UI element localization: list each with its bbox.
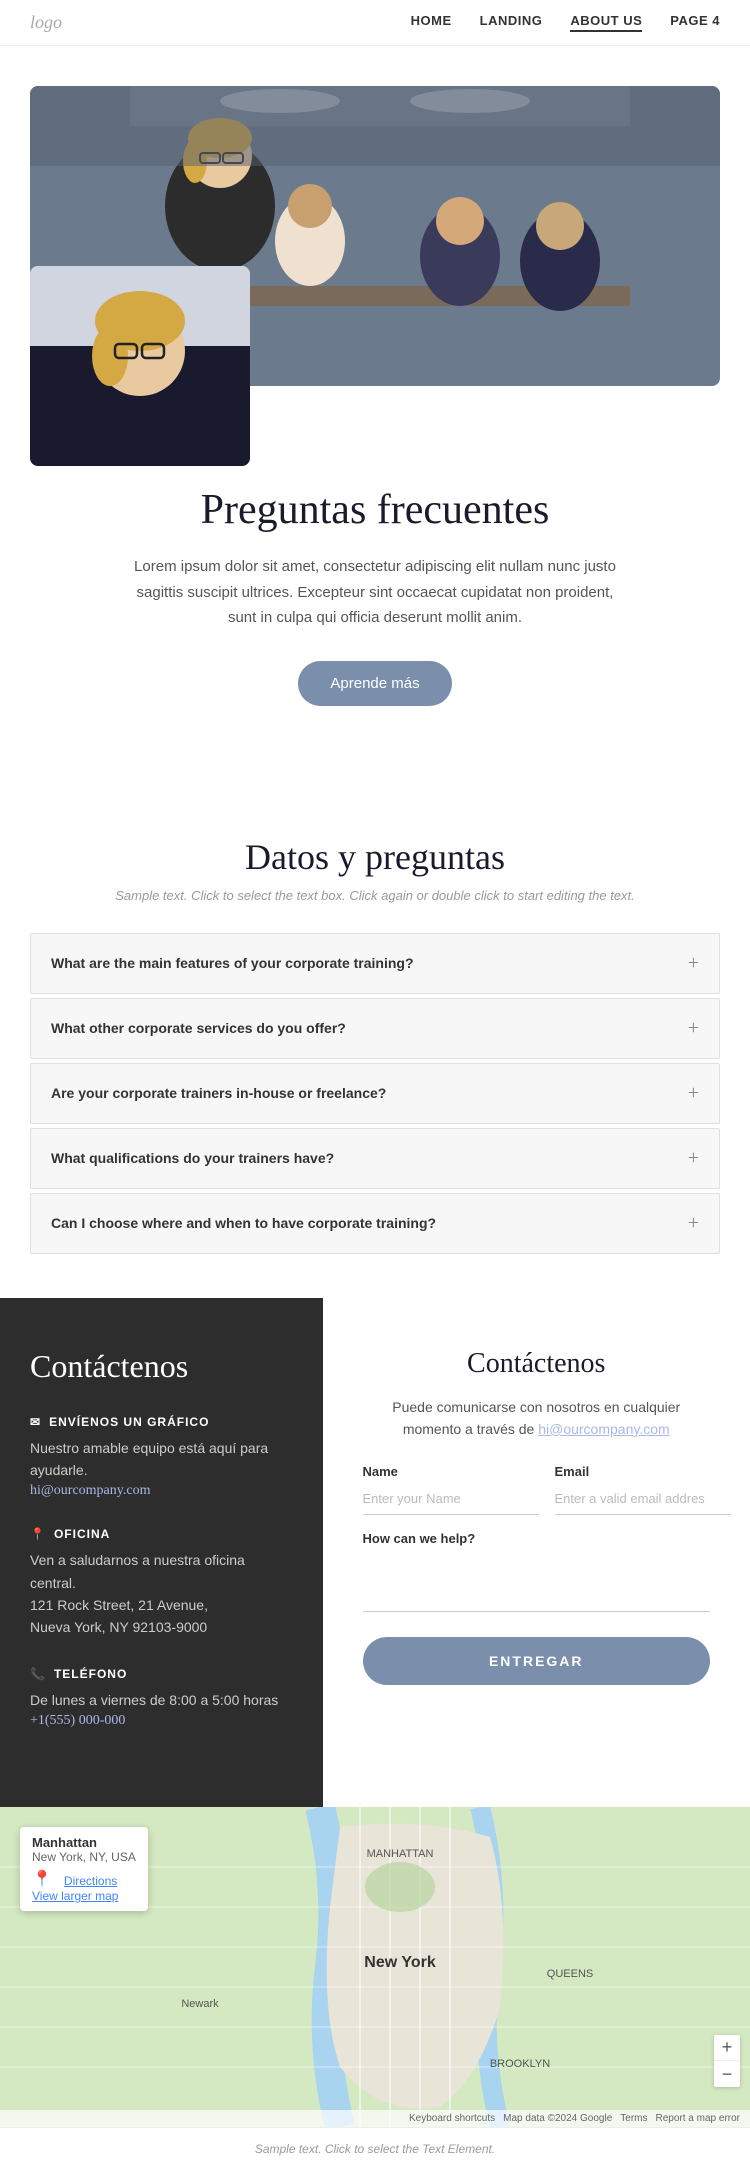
faq-question-3: Are your corporate trainers in-house or … [51, 1085, 386, 1101]
map-placeholder: New York MANHATTAN QUEENS BROOKLYN Newar… [0, 1807, 750, 2127]
office-label: 📍 OFICINA [30, 1527, 293, 1541]
nav-about[interactable]: ABOUT US [570, 13, 642, 32]
contact-right-title: Contáctenos [363, 1348, 711, 1380]
faq-question-4: What qualifications do your trainers hav… [51, 1150, 334, 1166]
map-popup: Manhattan New York, NY, USA 📍 Directions… [20, 1827, 148, 1911]
map-report-error: Report a map error [656, 2113, 740, 2124]
hero-overlay-image [30, 266, 250, 466]
faq-expand-icon-2: + [688, 1017, 699, 1040]
faq-question-1: What are the main features of your corpo… [51, 955, 414, 971]
svg-text:New York: New York [364, 1954, 436, 1971]
footer-text: Sample text. Click to select the Text El… [30, 2142, 720, 2156]
faq-expand-icon-4: + [688, 1147, 699, 1170]
faq-item-4[interactable]: What qualifications do your trainers hav… [30, 1128, 720, 1189]
phone-icon: 📞 [30, 1667, 46, 1681]
howhelp-textarea[interactable] [363, 1552, 711, 1612]
contact-section: Contáctenos ✉ ENVÍENOS UN GRÁFICO Nuestr… [0, 1298, 750, 1808]
name-input[interactable] [363, 1483, 539, 1515]
contact-right-panel: Contáctenos Puede comunicarse con nosotr… [323, 1298, 750, 1808]
nav-landing[interactable]: LANDING [480, 13, 543, 32]
svg-text:MANHATTAN: MANHATTAN [367, 1848, 434, 1860]
faq-question-2: What other corporate services do you off… [51, 1020, 346, 1036]
howhelp-label: How can we help? [363, 1531, 711, 1546]
faq-expand-icon-3: + [688, 1082, 699, 1105]
map-state: New York, NY, USA [32, 1850, 136, 1864]
email-input[interactable] [555, 1483, 731, 1515]
zoom-in-button[interactable]: + [714, 2035, 740, 2061]
faq-list: What are the main features of your corpo… [30, 933, 720, 1254]
hero-description: Lorem ipsum dolor sit amet, consectetur … [125, 554, 625, 631]
logo: logo [30, 12, 62, 33]
email-link[interactable]: hi@ourcompany.com [30, 1483, 150, 1498]
contact-left-title: Contáctenos [30, 1348, 293, 1385]
faq-item-5[interactable]: Can I choose where and when to have corp… [30, 1193, 720, 1254]
contact-right-desc: Puede comunicarse con nosotros en cualqu… [363, 1396, 711, 1441]
svg-text:Newark: Newark [181, 1998, 219, 2010]
email-block: ✉ ENVÍENOS UN GRÁFICO Nuestro amable equ… [30, 1415, 293, 1500]
email-group: Email [555, 1464, 731, 1515]
phone-desc: De lunes a viernes de 8:00 a 5:00 horas [30, 1689, 293, 1711]
email-label: Email [555, 1464, 731, 1479]
map-directions-link[interactable]: Directions [64, 1874, 117, 1888]
form-name-email-row: Name Email [363, 1464, 711, 1515]
envelope-icon: ✉ [30, 1415, 41, 1429]
email-label: ✉ ENVÍENOS UN GRÁFICO [30, 1415, 293, 1429]
map-larger-link[interactable]: View larger map [32, 1889, 118, 1903]
svg-text:QUEENS: QUEENS [547, 1968, 593, 1980]
page-footer: Sample text. Click to select the Text El… [0, 2127, 750, 2170]
submit-button[interactable]: ENTREGAR [363, 1637, 711, 1685]
hero-title: Preguntas frecuentes [30, 486, 720, 534]
svg-text:BROOKLYN: BROOKLYN [490, 2058, 550, 2070]
learn-more-button[interactable]: Aprende más [298, 661, 451, 706]
faq-item-3[interactable]: Are your corporate trainers in-house or … [30, 1063, 720, 1124]
pin-icon: 📍 [30, 1527, 46, 1541]
hero-section: Preguntas frecuentes Lorem ipsum dolor s… [0, 46, 750, 766]
faq-expand-icon-5: + [688, 1212, 699, 1235]
map-data-credit: Map data ©2024 Google [503, 2113, 612, 2124]
faq-item-2[interactable]: What other corporate services do you off… [30, 998, 720, 1059]
faq-question-5: Can I choose where and when to have corp… [51, 1215, 436, 1231]
zoom-out-button[interactable]: − [714, 2061, 740, 2087]
map-city: Manhattan [32, 1835, 136, 1850]
navbar: logo HOME LANDING ABOUT US PAGE 4 [0, 0, 750, 46]
email-desc: Nuestro amable equipo está aquí para ayu… [30, 1437, 293, 1482]
faq-item-1[interactable]: What are the main features of your corpo… [30, 933, 720, 994]
hero-image-container [30, 86, 720, 386]
map-terms: Terms [620, 2113, 647, 2124]
zoom-controls: + − [714, 2035, 740, 2087]
phone-link[interactable]: +1(555) 000-000 [30, 1713, 125, 1728]
faq-title: Datos y preguntas [30, 836, 720, 878]
phone-label: 📞 TELÉFONO [30, 1667, 293, 1681]
map-section: New York MANHATTAN QUEENS BROOKLYN Newar… [0, 1807, 750, 2127]
nav-home[interactable]: HOME [411, 13, 452, 32]
map-footer: Keyboard shortcuts Map data ©2024 Google… [0, 2110, 750, 2127]
contact-email-link[interactable]: hi@ourcompany.com [538, 1421, 669, 1437]
office-block: 📍 OFICINA Ven a saludarnos a nuestra ofi… [30, 1527, 293, 1639]
faq-expand-icon-1: + [688, 952, 699, 975]
phone-block: 📞 TELÉFONO De lunes a viernes de 8:00 a … [30, 1667, 293, 1729]
faq-section: Datos y preguntas Sample text. Click to … [0, 766, 750, 1298]
map-keyboard-shortcuts: Keyboard shortcuts [409, 2113, 495, 2124]
name-group: Name [363, 1464, 539, 1515]
nav-page4[interactable]: PAGE 4 [670, 13, 720, 32]
faq-subtitle: Sample text. Click to select the text bo… [30, 888, 720, 903]
name-label: Name [363, 1464, 539, 1479]
office-desc: Ven a saludarnos a nuestra oficina centr… [30, 1549, 293, 1639]
contact-left-panel: Contáctenos ✉ ENVÍENOS UN GRÁFICO Nuestr… [0, 1298, 323, 1808]
nav-links: HOME LANDING ABOUT US PAGE 4 [411, 13, 720, 32]
